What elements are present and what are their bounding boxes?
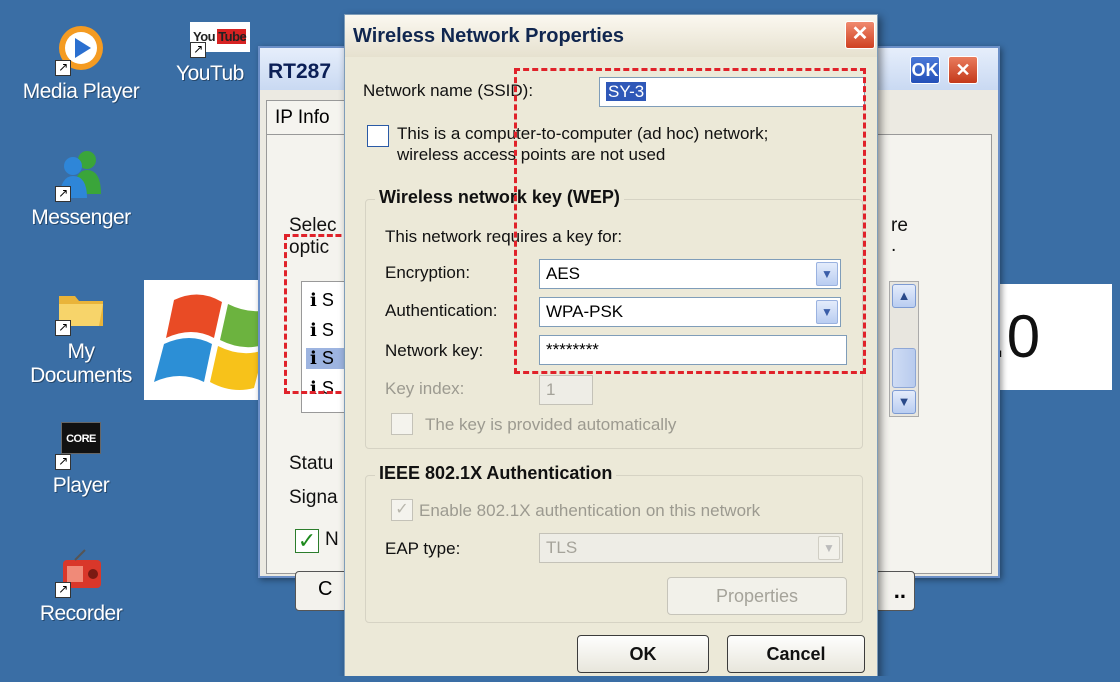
signal-icon: ℹ [310,378,322,398]
adhoc-label: This is a computer-to-computer (ad hoc) … [397,124,769,164]
signal-label: Signa [289,487,338,508]
ok-button[interactable]: OK [577,635,709,673]
chevron-down-icon[interactable]: ▼ [816,262,838,286]
recorder-icon: ↗ [55,544,107,598]
ssid-label: Network name (SSID): [363,81,534,100]
desktop-icon-youtube[interactable]: You Tube ↗ YouTub [158,22,268,86]
shortcut-arrow-icon: ↗ [55,186,71,202]
ssid-value: SY-3 [606,82,647,101]
signal-icon: ℹ [310,348,322,368]
eap-type-label: EAP type: [385,539,461,558]
status-label: Statu [289,453,334,474]
desktop-icon-player[interactable]: CORE ↗ Player [16,416,146,498]
shortcut-arrow-icon: ↗ [55,60,71,76]
core-player-icon: CORE ↗ [55,416,107,470]
requires-key-label: This network requires a key for: [385,227,623,246]
encryption-label: Encryption: [385,263,471,282]
authentication-select[interactable]: WPA-PSK ▼ [539,297,841,327]
network-key-label: Network key: [385,341,484,360]
core-logo-text: CORE [61,422,101,454]
network-key-input[interactable]: ******** [539,335,847,365]
list-item[interactable]: ℹ S [310,378,334,399]
key-index-input: 1 [539,375,593,405]
desktop-icon-label: Player [52,474,110,497]
messenger-icon: ↗ [55,148,107,202]
shortcut-arrow-icon: ↗ [55,582,71,598]
network-key-value: ******** [546,340,599,359]
authentication-label: Authentication: [385,301,498,320]
shortcut-arrow-icon: ↗ [190,42,206,58]
dialog-titlebar: Wireless Network Properties ✕ [345,15,877,57]
desktop-icon-my-documents[interactable]: ↗ My Documents [16,282,146,388]
wep-group-title: Wireless network key (WEP) [375,187,624,208]
ssid-input[interactable]: SY-3 [599,77,865,107]
encryption-value: AES [546,264,581,283]
chevron-down-icon: ▼ [818,536,840,560]
desktop-icon-messenger[interactable]: ↗ Messenger [16,148,146,230]
network-list-scrollbar[interactable]: ▲ ▼ [889,281,919,417]
notify-checkbox-label: N [325,529,339,550]
auto-key-checkbox [391,413,413,435]
encryption-select[interactable]: AES ▼ [539,259,841,289]
back-window-title: RT287 [268,60,332,83]
eap-type-value: TLS [546,538,578,557]
list-item[interactable]: ℹ S [310,290,334,311]
authentication-value: WPA-PSK [546,302,624,321]
scroll-down-icon[interactable]: ▼ [892,390,916,414]
back-text-optic: optic [289,237,330,258]
chevron-down-icon[interactable]: ▼ [816,300,838,324]
eap-type-select: TLS ▼ [539,533,843,563]
wireless-network-properties-dialog: Wireless Network Properties ✕ Network na… [344,14,878,676]
enable-8021x-label: Enable 802.1X authentication on this net… [419,501,761,520]
shortcut-arrow-icon: ↗ [55,320,71,336]
signal-icon: ℹ [310,290,322,310]
desktop-icon-label: Recorder [39,602,123,625]
desktop-icon-recorder[interactable]: ↗ Recorder [16,544,146,626]
folder-icon: ↗ [55,282,107,336]
back-window-more-button[interactable]: .. [875,571,915,611]
back-text-re: re [891,215,908,236]
desktop-icon-label: My Documents [30,340,132,387]
media-player-icon: ↗ [55,22,107,76]
key-index-value: 1 [546,380,556,399]
adhoc-checkbox[interactable] [367,125,389,147]
enable-8021x-checkbox: ✓ [391,499,413,521]
key-index-label: Key index: [385,379,465,398]
dialog-title: Wireless Network Properties [353,25,625,47]
back-window-ok-button[interactable]: OK [910,56,940,84]
shortcut-arrow-icon: ↗ [55,454,71,470]
signal-icon: ℹ [310,320,322,340]
auto-key-label: The key is provided automatically [425,415,677,434]
list-item-selected[interactable]: ℹ S [306,348,346,369]
properties-button: Properties [667,577,847,615]
list-item[interactable]: ℹ S [310,320,334,341]
desktop-icon-label: Media Player [22,80,140,103]
scroll-thumb[interactable] [892,348,916,388]
dialog-close-button[interactable]: ✕ [845,21,875,49]
cancel-button[interactable]: Cancel [727,635,865,673]
desktop-icon-media-player[interactable]: ↗ Media Player [16,22,146,104]
back-text-select: Selec [289,215,337,236]
desktop: E 6.0 ↗ Media Player You Tube ↗ YouTub ↗… [8,8,1112,676]
notify-checkbox[interactable]: ✓ [295,529,319,553]
youtube-icon: You Tube ↗ [190,22,250,74]
back-window-close-button[interactable]: ✕ [948,56,978,84]
desktop-icon-label: Messenger [31,206,131,229]
back-text-dot: . [891,235,897,256]
ieee-group-title: IEEE 802.1X Authentication [375,463,617,484]
scroll-up-icon[interactable]: ▲ [892,284,916,308]
